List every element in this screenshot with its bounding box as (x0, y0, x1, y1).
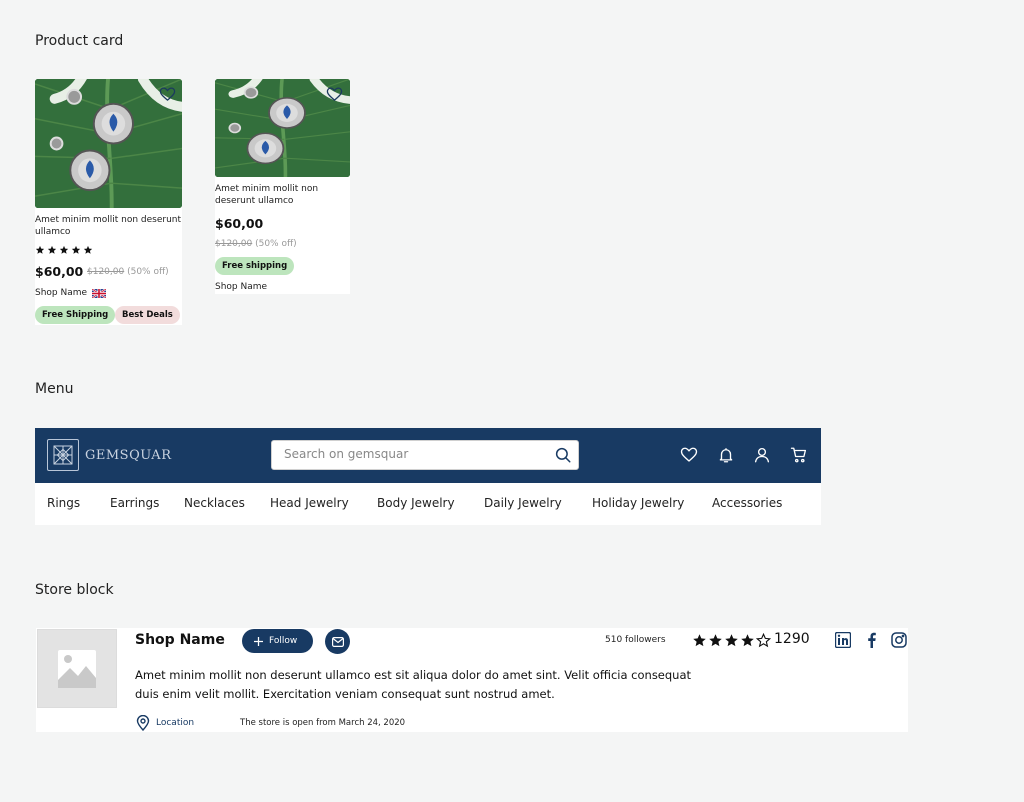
favorite-heart-icon[interactable] (159, 86, 176, 103)
nav-item-daily-jewelry[interactable]: Daily Jewelry (484, 496, 562, 510)
mail-icon (331, 636, 344, 647)
star-icon (35, 245, 45, 255)
logo-mark-icon (47, 439, 79, 471)
store-description: Amet minim mollit non deserunt ullamco e… (135, 668, 692, 701)
search-input[interactable] (284, 447, 544, 461)
store-open-date: The store is open from March 24, 2020 (240, 718, 406, 728)
favorite-heart-icon[interactable] (326, 86, 343, 103)
message-button[interactable] (325, 629, 350, 654)
plus-icon (254, 636, 263, 646)
logo-text: GEMSQUAR (85, 447, 172, 463)
star-icon (724, 633, 739, 648)
user-icon[interactable] (753, 446, 771, 464)
star-icon (740, 633, 755, 648)
nav-item-head-jewelry[interactable]: Head Jewelry (270, 496, 349, 510)
store-rating-stars (692, 633, 771, 648)
old-price: $120,00 (50% off) (87, 267, 169, 277)
old-price: $120,00 (50% off) (215, 239, 297, 249)
bell-icon[interactable] (717, 446, 735, 464)
rating-count: 1290 (774, 631, 810, 647)
uk-flag-icon (92, 288, 107, 298)
star-icon (83, 245, 93, 255)
category-nav: Rings Earrings Necklaces Head Jewelry Bo… (35, 483, 821, 525)
product-title[interactable]: Amet minim mollit non deserunt ullamco (215, 183, 335, 207)
top-menu-bar: GEMSQUAR (35, 428, 821, 483)
nav-item-necklaces[interactable]: Necklaces (184, 496, 245, 510)
facebook-icon[interactable] (864, 632, 880, 648)
shop-name[interactable]: Shop Name (35, 288, 107, 298)
star-icon (59, 245, 69, 255)
product-card-2[interactable]: Amet minim mollit non deserunt ullamco $… (215, 79, 350, 294)
best-deals-badge: Best Deals (115, 306, 180, 324)
nav-item-accessories[interactable]: Accessories (712, 496, 782, 510)
star-icon (708, 633, 723, 648)
free-shipping-badge: Free shipping (215, 257, 295, 275)
star-icon (47, 245, 57, 255)
location-link[interactable]: Location (136, 715, 194, 731)
heart-icon[interactable] (680, 446, 698, 464)
product-card-1[interactable]: Amet minim mollit non deserunt ullamco $… (35, 79, 182, 325)
rating-stars (35, 245, 93, 255)
linkedin-icon[interactable] (835, 632, 851, 648)
product-title[interactable]: Amet minim mollit non deserunt ullamco (35, 214, 182, 238)
cart-icon[interactable] (790, 446, 808, 464)
search-icon[interactable] (554, 446, 572, 464)
section-title-store-block: Store block (35, 582, 114, 598)
brand-logo[interactable]: GEMSQUAR (47, 439, 171, 471)
instagram-icon[interactable] (891, 632, 907, 648)
section-title-product-card: Product card (35, 33, 124, 49)
store-name[interactable]: Shop Name (135, 632, 225, 648)
star-icon (71, 245, 81, 255)
shop-name[interactable]: Shop Name (215, 282, 267, 292)
free-shipping-badge: Free Shipping (35, 306, 116, 324)
follow-button[interactable]: Follow (242, 629, 313, 653)
nav-item-earrings[interactable]: Earrings (110, 496, 159, 510)
product-price: $60,00 (215, 216, 264, 231)
nav-item-body-jewelry[interactable]: Body Jewelry (377, 496, 455, 510)
location-pin-icon (136, 715, 150, 731)
star-icon (692, 633, 707, 648)
section-title-menu: Menu (35, 381, 74, 397)
search-box[interactable] (271, 440, 579, 470)
image-placeholder-icon (58, 650, 96, 688)
product-price: $60,00 (35, 264, 84, 279)
followers-count: 510 followers (605, 635, 666, 645)
nav-item-rings[interactable]: Rings (47, 496, 80, 510)
star-outline-icon (756, 633, 771, 648)
store-image-placeholder (37, 629, 117, 708)
nav-item-holiday-jewelry[interactable]: Holiday Jewelry (592, 496, 684, 510)
store-block: Shop Name Follow 510 followers 1290 Amet… (36, 628, 908, 732)
